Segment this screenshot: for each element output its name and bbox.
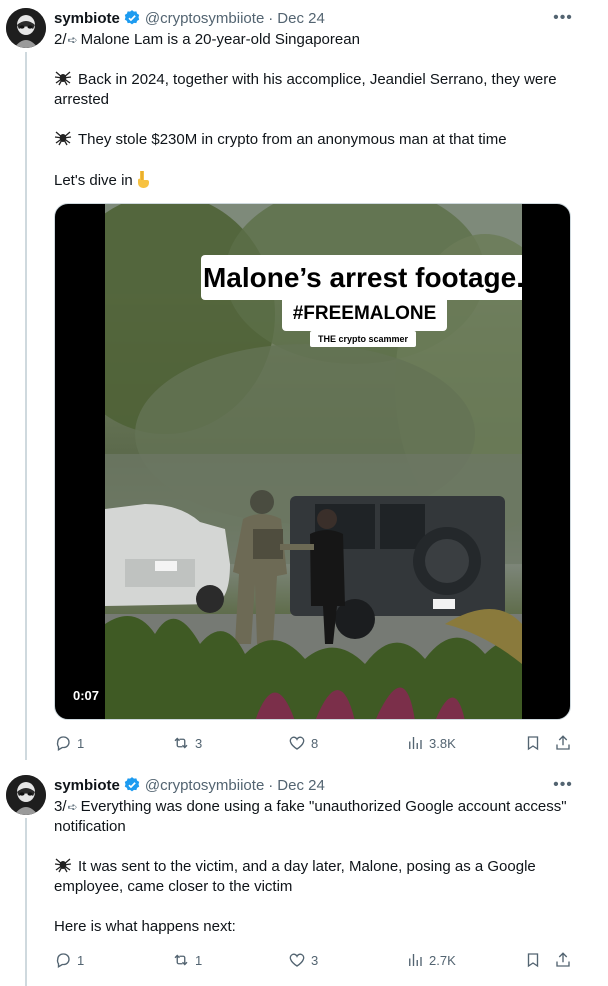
tweet-line: Let's dive in [54,172,133,189]
avatar[interactable] [6,775,46,815]
reply-button[interactable]: 1 [54,950,84,970]
spider-emoji-icon [54,71,72,86]
separator-dot: · [268,9,274,27]
views-count: 2.7K [429,952,456,968]
reply-count: 1 [77,735,85,751]
spider-emoji-icon [54,131,72,146]
tweet-line: They stole $230M in crypto from an anony… [78,131,507,148]
repost-count: 3 [195,735,203,751]
repost-button[interactable]: 3 [172,733,202,753]
tweet-date[interactable]: Dec 24 [277,777,325,794]
like-button[interactable]: 3 [288,950,318,970]
tweet-actions: 1 1 3 2.7K [54,950,579,970]
tweet-line: Malone Lam is a 20-year-old Singaporean [80,31,360,48]
author-name[interactable]: symbiote [54,777,120,794]
views-icon [409,954,422,966]
spider-emoji-icon [54,858,72,873]
share-button[interactable] [554,733,572,753]
repost-count: 1 [195,952,203,968]
views-button[interactable]: 3.8K [406,733,456,753]
thread-line [25,818,27,986]
views-button[interactable]: 2.7K [406,950,456,970]
repost-icon [174,954,188,966]
like-count: 3 [311,952,319,968]
author-handle[interactable]: @cryptosymbiiote [145,10,264,27]
bookmark-icon [527,736,539,751]
tweet-line: Here is what happens next: [54,918,236,935]
repost-button[interactable]: 1 [172,950,202,970]
thread-arrow-icon: ➪ [67,800,78,814]
share-icon [556,952,570,967]
bookmark-button[interactable] [524,950,542,970]
tweet-line: Everything was done using a fake "unauth… [54,798,567,835]
verified-badge-icon [124,10,140,25]
avatar[interactable] [6,8,46,48]
video-player[interactable]: Malone’s arrest footage. #FREEMALONE THE… [54,203,571,720]
reply-icon [56,953,70,968]
tweet-line: Back in 2024, together with his accompli… [54,71,557,108]
verified-badge-icon [124,777,140,792]
heart-icon [289,736,305,750]
thread-index: 3/ [54,798,67,815]
more-icon[interactable]: ••• [553,8,573,28]
video-caption-title: Malone’s arrest footage. [201,255,522,300]
video-caption-subtitle: THE crypto scammer [310,331,416,347]
reply-icon [56,736,70,751]
heart-icon [289,953,305,967]
tweet-date[interactable]: Dec 24 [277,10,325,27]
views-count: 3.8K [429,735,456,751]
tweet-actions: 1 3 8 3.8K [54,733,579,753]
thread-arrow-icon: ➪ [67,33,78,47]
reply-count: 1 [77,952,85,968]
bookmark-button[interactable] [524,733,542,753]
author-name[interactable]: symbiote [54,10,120,27]
share-button[interactable] [554,950,572,970]
video-timestamp: 0:07 [67,685,106,706]
pointing-down-emoji-icon [137,171,149,188]
thread-index: 2/ [54,31,67,48]
tweet-line: It was sent to the victim, and a day lat… [54,858,536,895]
views-icon [409,737,422,749]
like-button[interactable]: 8 [288,733,318,753]
tweet-text: 2/➪ Malone Lam is a 20-year-old Singapore… [54,30,579,191]
like-count: 8 [311,735,319,751]
more-icon[interactable]: ••• [553,775,573,795]
reply-button[interactable]: 1 [54,733,84,753]
author-handle[interactable]: @cryptosymbiiote [145,777,264,794]
thread-line [25,52,27,760]
video-frame[interactable]: Malone’s arrest footage. #FREEMALONE THE… [105,204,522,719]
tweet-text: 3/➪ Everything was done using a fake "una… [54,797,579,937]
bookmark-icon [527,953,539,968]
video-caption-hashtag: #FREEMALONE [282,296,447,331]
share-icon [556,735,570,750]
separator-dot: · [268,776,274,794]
repost-icon [174,737,188,749]
